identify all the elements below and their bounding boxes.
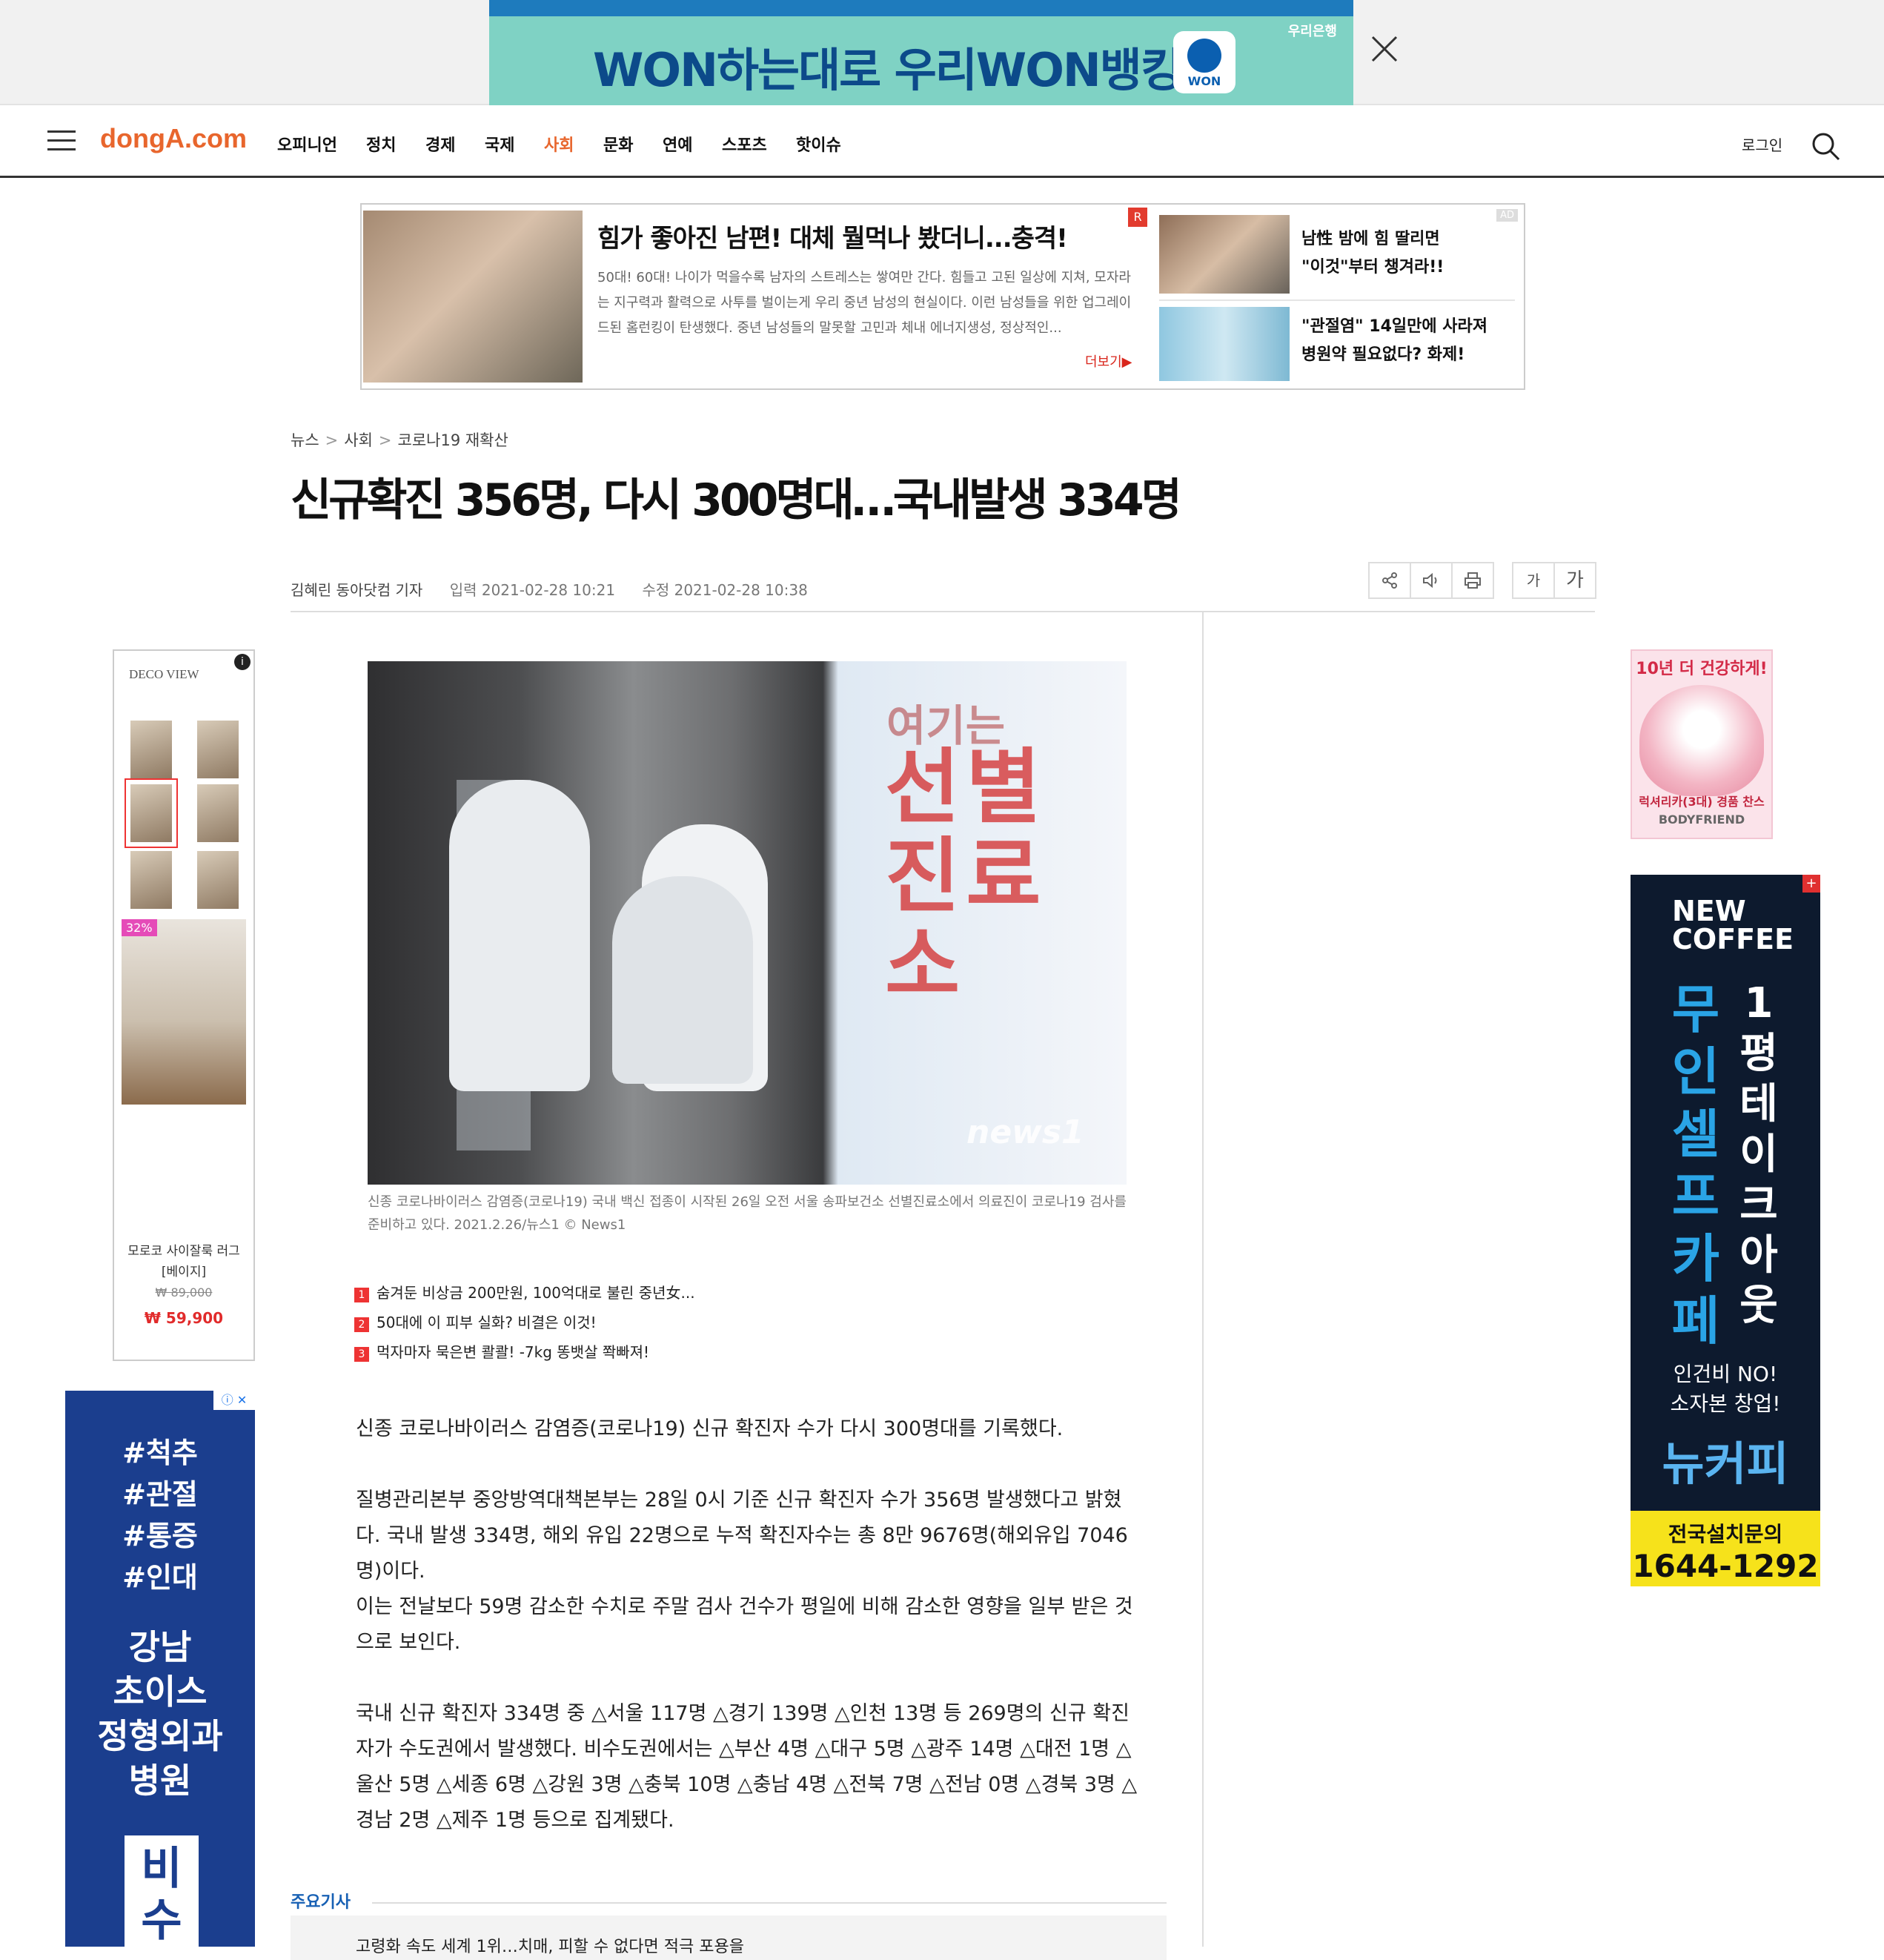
breadcrumb-item[interactable]: 뉴스 — [291, 431, 319, 449]
ad-tag: AD — [1496, 209, 1518, 222]
breadcrumb-item[interactable]: 코로나19 재확산 — [398, 431, 508, 449]
published-date: 입력 2021-02-28 10:21 — [449, 581, 616, 599]
modified-date: 수정 2021-02-28 10:38 — [642, 581, 808, 599]
deco-view-ad[interactable]: DECO VIEW i 32% 모로코 사이잘룩 러그[베이지] ₩ 89,00… — [113, 649, 255, 1361]
coffee-slogan-col1: 무인셀프카페 — [1671, 979, 1720, 1351]
nav-item[interactable]: 문화 — [603, 132, 633, 156]
clinic-ad[interactable]: ⓘ ✕ #척추 #관절 #통증 #인대 강남 초이스 정형외과 병원 비 수 — [65, 1391, 255, 1947]
nav-item[interactable]: 정치 — [366, 132, 396, 156]
ad-side-image[interactable] — [1159, 215, 1290, 294]
product-thumb[interactable] — [130, 851, 172, 909]
product-thumb[interactable] — [130, 721, 172, 778]
medical-worker-figure — [612, 876, 753, 1084]
article-paragraph: 이는 전날보다 59명 감소한 수치로 주말 검사 건수가 평일에 비해 감소한… — [356, 1595, 1133, 1654]
close-icon[interactable] — [1368, 33, 1401, 65]
article-headline: 신규확진 356명, 다시 300명대…국내발생 334명 — [291, 474, 1182, 526]
product-thumb[interactable] — [125, 778, 178, 848]
nav-item[interactable]: 스포츠 — [722, 132, 767, 156]
discount-badge: 32% — [122, 919, 157, 936]
article-paragraph: 신종 코로나바이러스 감염증(코로나19) 신규 확진자 수가 다시 300명대… — [356, 1417, 1064, 1440]
medical-worker-figure — [449, 780, 590, 1091]
font-larger-button[interactable]: 가 — [1553, 562, 1596, 599]
clinic-name: 강남 초이스 정형외과 병원 — [97, 1627, 223, 1801]
font-smaller-button[interactable]: 가 — [1512, 562, 1555, 599]
site-logo[interactable]: dongA.com — [100, 123, 247, 154]
clinic-sub: 비 수 — [125, 1835, 199, 1947]
section-label: 주요기사 — [291, 1893, 351, 1912]
bank-name: 우리은행 — [1287, 24, 1337, 39]
product-name[interactable]: 모로코 사이잘룩 러그[베이지] — [122, 1241, 246, 1282]
nav-item[interactable]: 연예 — [663, 132, 692, 156]
product-thumb[interactable] — [197, 851, 239, 909]
won-ad-text: WON하는대로 우리WON뱅킹 — [593, 43, 1183, 97]
bf-promo: 럭셔리카(3대) 경품 찬스 — [1639, 795, 1765, 809]
product-image[interactable] — [122, 919, 246, 1105]
sign-main-text: 선별 진료소 — [885, 740, 1047, 1013]
won-banking-ad[interactable]: WON하는대로 우리WON뱅킹 WON 우리은행 — [489, 0, 1353, 105]
coffee-name: 뉴커피 — [1662, 1437, 1789, 1491]
product-thumb[interactable] — [197, 784, 239, 842]
reporter[interactable]: 김혜린 동아닷컴 기자 — [291, 581, 422, 599]
native-ad-box[interactable]: 힘가 좋아진 남편! 대체 뭘먹나 봤더니...충격! 50대! 60대! 나이… — [360, 203, 1525, 390]
deco-brand: DECO VIEW — [129, 667, 199, 681]
plus-icon[interactable]: + — [1802, 875, 1820, 893]
article-paragraph: 국내 신규 확진자 334명 중 △서울 117명 △경기 139명 △인천 1… — [356, 1702, 1138, 1832]
nav-item[interactable]: 경제 — [425, 132, 455, 156]
clinic-tags: #척추 #관절 #통증 #인대 — [122, 1437, 198, 1594]
column-divider — [1202, 612, 1204, 1947]
related-link[interactable]: 2 50대에 이 피부 실화? 비결은 이것! — [354, 1311, 597, 1332]
ad-image[interactable] — [363, 211, 583, 383]
share-icon[interactable] — [1368, 562, 1411, 599]
top-story-link[interactable]: 고령화 속도 세계 1위…치매, 피할 수 없다면 적극 포용을 — [291, 1916, 1167, 1960]
ad-badge: R — [1128, 208, 1147, 227]
coffee-brand: NEW COFFEE — [1672, 895, 1794, 956]
breadcrumb: 뉴스 > 사회 > 코로나19 재확산 — [291, 431, 508, 449]
ad-side-image[interactable] — [1159, 307, 1290, 381]
photo-caption: 신종 코로나바이러스 감염증(코로나19) 국내 백신 접종이 시작된 26일 … — [368, 1194, 1127, 1233]
ad-headline[interactable]: 힘가 좋아진 남편! 대체 뭘먹나 봤더니...충격! — [597, 218, 1068, 254]
bf-image — [1639, 685, 1764, 796]
divider — [1159, 299, 1515, 301]
login-link[interactable]: 로그인 — [1742, 133, 1782, 155]
nav-item[interactable]: 오피니언 — [277, 132, 337, 156]
product-thumb[interactable] — [197, 721, 239, 778]
coffee-slogan-col2: 1평테이크아웃 — [1739, 979, 1778, 1330]
won-logo: WON — [1173, 31, 1235, 93]
print-icon[interactable] — [1451, 562, 1494, 599]
bf-title: 10년 더 건강하게! — [1636, 660, 1768, 678]
nav-item[interactable]: 핫이슈 — [796, 132, 841, 156]
ad-side-title[interactable]: 남性 밤에 힘 딸리면 "이것"부터 챙겨라!! — [1301, 225, 1444, 282]
menu-icon[interactable] — [47, 130, 76, 153]
coffee-call[interactable]: 전국설치문의 1644-1292 — [1631, 1511, 1820, 1586]
coffee-sub: 인건비 NO! 소자본 창업! — [1670, 1362, 1781, 1416]
top-ad-banner-area: WON하는대로 우리WON뱅킹 WON 우리은행 — [0, 0, 1884, 105]
article-photo[interactable]: 여기는 선별 진료소 news1 — [368, 661, 1127, 1185]
ad-side-title[interactable]: "관절염" 14일만에 사라져 병원약 필요없다? 화제! — [1301, 313, 1487, 369]
old-price: ₩ 89,000 — [155, 1285, 213, 1300]
adchoices-icon[interactable]: ⓘ ✕ — [213, 1391, 255, 1410]
bf-brand: BODYFRIEND — [1658, 812, 1745, 827]
breadcrumb-item[interactable]: 사회 — [344, 431, 373, 449]
main-nav: dongA.com 오피니언 정치 경제 국제 사회 문화 연예 스포츠 핫이슈 로그인 — [0, 107, 1884, 178]
speaker-icon[interactable] — [1410, 562, 1453, 599]
nav-item[interactable]: 사회 — [544, 132, 574, 156]
article-paragraph: 질병관리본부 중앙방역대책본부는 28일 0시 기준 신규 확진자 수가 356… — [356, 1489, 1128, 1583]
ad-description: 50대! 60대! 나이가 먹을수록 남자의 스트레스는 쌓여만 간다. 힘들고… — [597, 270, 1132, 336]
ad-more-link[interactable]: 더보기▶ — [1085, 351, 1132, 371]
divider — [291, 611, 1595, 612]
related-link[interactable]: 3 먹자마자 묵은변 콸콸! -7kg 똥뱃살 쫙빠져! — [354, 1340, 649, 1362]
bodyfriend-ad[interactable]: 10년 더 건강하게! 럭셔리카(3대) 경품 찬스 BODYFRIEND — [1631, 649, 1773, 839]
divider — [372, 1902, 1167, 1904]
sale-price: ₩ 59,900 — [144, 1309, 224, 1327]
byline: 김혜린 동아닷컴 기자 입력 2021-02-28 10:21 수정 2021-… — [291, 578, 830, 600]
search-icon[interactable] — [1810, 130, 1841, 162]
nav-item[interactable]: 국제 — [485, 132, 514, 156]
related-link[interactable]: 1 숨겨둔 비상금 200만원, 100억대로 불린 중년女... — [354, 1281, 695, 1302]
new-coffee-ad[interactable]: + NEW COFFEE 무인셀프카페 1평테이크아웃 인건비 NO! 소자본 … — [1631, 875, 1820, 1586]
news1-watermark: news1 — [966, 1113, 1084, 1151]
info-icon[interactable]: i — [234, 654, 251, 670]
